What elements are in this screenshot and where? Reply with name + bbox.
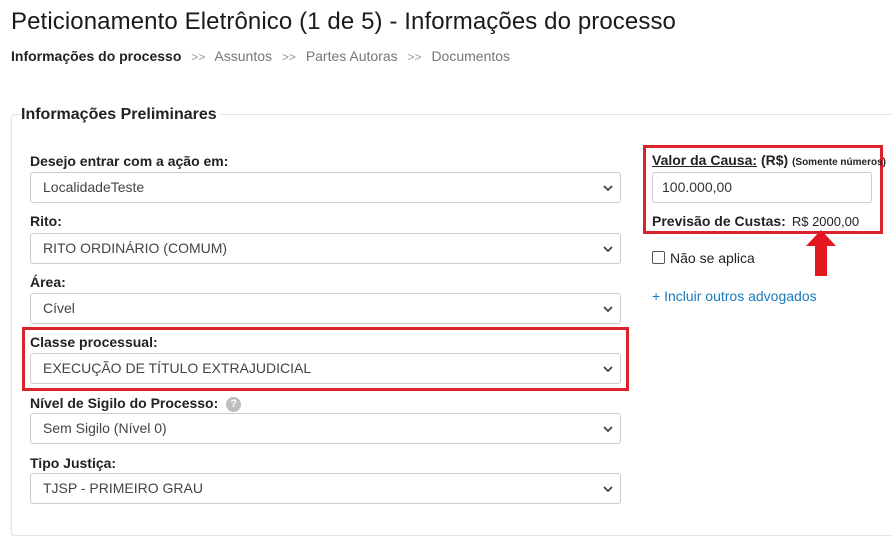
help-icon[interactable]: ? bbox=[226, 397, 242, 412]
valor-causa-label-text: Valor da Causa: bbox=[652, 152, 758, 168]
valor-causa-label: Valor da Causa: (R$) (Somente números) bbox=[652, 152, 886, 168]
breadcrumb-step-partes-autoras[interactable]: Partes Autoras bbox=[306, 48, 398, 64]
valor-causa-hint: (Somente números) bbox=[792, 157, 886, 168]
chevron-down-icon bbox=[603, 185, 613, 192]
arrow-up-icon bbox=[806, 230, 836, 276]
sigilo-value: Sem Sigilo (Nível 0) bbox=[43, 420, 167, 436]
incluir-advogados-link[interactable]: + Incluir outros advogados bbox=[652, 288, 817, 304]
localidade-value: LocalidadeTeste bbox=[43, 179, 145, 195]
rito-label: Rito: bbox=[30, 213, 62, 229]
valor-causa-currency: (R$) bbox=[760, 152, 789, 168]
breadcrumb-separator: >> bbox=[407, 50, 422, 64]
sigilo-label: Nível de Sigilo do Processo:? bbox=[30, 395, 242, 412]
valor-causa-input[interactable]: 100.000,00 bbox=[652, 172, 872, 203]
page-title: Peticionamento Eletrônico (1 de 5) - Inf… bbox=[11, 8, 677, 35]
nao-se-aplica-row[interactable]: Não se aplica bbox=[652, 250, 755, 266]
breadcrumb-separator: >> bbox=[191, 50, 206, 64]
tipo-justica-select[interactable]: TJSP - PRIMEIRO GRAU bbox=[30, 473, 621, 504]
tipo-justica-value: TJSP - PRIMEIRO GRAU bbox=[43, 480, 203, 496]
chevron-down-icon bbox=[603, 366, 613, 373]
nao-se-aplica-checkbox[interactable] bbox=[652, 251, 665, 264]
classe-processual-select[interactable]: EXECUÇÃO DE TÍTULO EXTRAJUDICIAL bbox=[30, 353, 621, 384]
chevron-down-icon bbox=[603, 486, 613, 493]
localidade-select[interactable]: LocalidadeTeste bbox=[30, 172, 621, 203]
chevron-down-icon bbox=[603, 426, 613, 433]
previsao-custas: Previsão de Custas: R$ 2000,00 bbox=[652, 213, 859, 229]
chevron-down-icon bbox=[603, 246, 613, 253]
chevron-down-icon bbox=[603, 306, 613, 313]
classe-processual-value: EXECUÇÃO DE TÍTULO EXTRAJUDICIAL bbox=[43, 360, 312, 376]
nao-se-aplica-label: Não se aplica bbox=[670, 250, 755, 266]
tipo-justica-label: Tipo Justiça: bbox=[30, 455, 117, 471]
panel-title: Informações Preliminares bbox=[21, 106, 221, 124]
breadcrumb-step-assuntos[interactable]: Assuntos bbox=[214, 48, 272, 64]
rito-select[interactable]: RITO ORDINÁRIO (COMUM) bbox=[30, 233, 621, 264]
localidade-label: Desejo entrar com a ação em: bbox=[30, 153, 229, 169]
area-value: Cível bbox=[43, 300, 75, 316]
breadcrumb-step-informacoes[interactable]: Informações do processo bbox=[11, 48, 181, 64]
area-label: Área: bbox=[30, 274, 66, 290]
previsao-custas-label: Previsão de Custas: bbox=[652, 213, 786, 229]
breadcrumb-separator: >> bbox=[281, 50, 296, 64]
rito-value: RITO ORDINÁRIO (COMUM) bbox=[43, 240, 228, 256]
area-select[interactable]: Cível bbox=[30, 293, 621, 324]
previsao-custas-value: R$ 2000,00 bbox=[791, 214, 860, 229]
sigilo-label-text: Nível de Sigilo do Processo: bbox=[30, 395, 219, 411]
breadcrumb-step-documentos[interactable]: Documentos bbox=[431, 48, 510, 64]
classe-processual-label: Classe processual: bbox=[30, 334, 158, 350]
breadcrumb: Informações do processo >> Assuntos >> P… bbox=[11, 48, 510, 64]
sigilo-select[interactable]: Sem Sigilo (Nível 0) bbox=[30, 413, 621, 444]
